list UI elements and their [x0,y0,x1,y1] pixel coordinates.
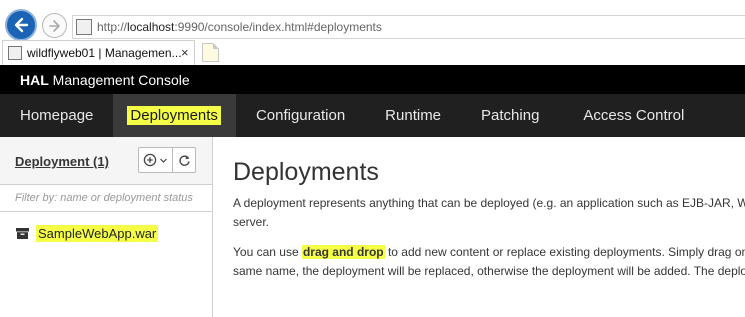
nav-item-patching[interactable]: Patching [461,94,563,137]
tab-favicon-icon [8,46,22,60]
description-line: same name, the deployment will be replac… [233,264,745,278]
filter-input[interactable] [0,185,212,211]
filter-row [0,185,212,212]
browser-tab[interactable]: wildflyweb01 | Managemen... × [2,40,195,65]
new-tab-button[interactable] [202,43,219,62]
address-bar[interactable]: http://localhost:9990/console/index.html… [72,15,745,39]
nav-label: Access Control [583,107,685,124]
app-title: HAL Management Console [20,72,190,88]
browser-tab-row: wildflyweb01 | Managemen... × [0,40,745,65]
plus-circle-icon [143,153,157,167]
nav-label: Homepage [20,107,94,124]
nav-label: Runtime [385,107,442,124]
arrow-left-icon [14,17,29,33]
deployment-name: SampleWebApp.war [36,225,159,242]
refresh-icon [178,155,190,166]
app-header: HAL Management Console [0,65,745,94]
address-url: http://localhost:9990/console/index.html… [97,20,382,34]
list-item[interactable]: SampleWebApp.war [0,220,212,246]
column-header: Deployment (1) [0,137,212,185]
nav-item-runtime[interactable]: Runtime [365,94,461,137]
nav-label: Configuration [255,107,346,124]
description-line: server. [233,215,270,229]
arrow-right-icon [48,19,60,32]
nav-item-configuration[interactable]: Configuration [236,94,365,137]
column-title[interactable]: Deployment (1) [15,154,109,169]
main-nav: Homepage Deployments Configuration Runti… [0,94,745,137]
forward-button[interactable] [42,13,67,38]
back-button[interactable] [5,9,37,41]
description-paragraph: A deployment represents anything that ca… [233,194,745,232]
add-deployment-button[interactable] [138,147,173,173]
description-line: You can use drag and drop to add new con… [233,245,745,259]
archive-icon [16,228,29,239]
drag-drop-emphasis: drag and drop [301,245,385,259]
deployment-column: Deployment (1) Filter by: name or deploy… [0,137,213,317]
column-actions [138,147,196,173]
page-title: Deployments [233,158,379,186]
tab-close-icon[interactable]: × [181,45,189,60]
page-favicon-icon [76,19,92,35]
description-line: A deployment represents anything that ca… [233,196,745,210]
main-content: Deployments A deployment represents anyt… [214,137,745,317]
tab-title: wildflyweb01 | Managemen... [27,46,182,60]
browser-address-row: http://localhost:9990/console/index.html… [0,0,745,44]
nav-item-access-control[interactable]: Access Control [563,94,704,137]
nav-label: Patching [481,107,540,124]
chevron-down-icon [160,158,167,163]
nav-label: Deployments [127,106,221,125]
nav-item-deployments[interactable]: Deployments [113,94,236,137]
drag-drop-paragraph: You can use drag and drop to add new con… [233,243,745,281]
refresh-button[interactable] [173,147,196,173]
nav-item-homepage[interactable]: Homepage [0,94,113,137]
